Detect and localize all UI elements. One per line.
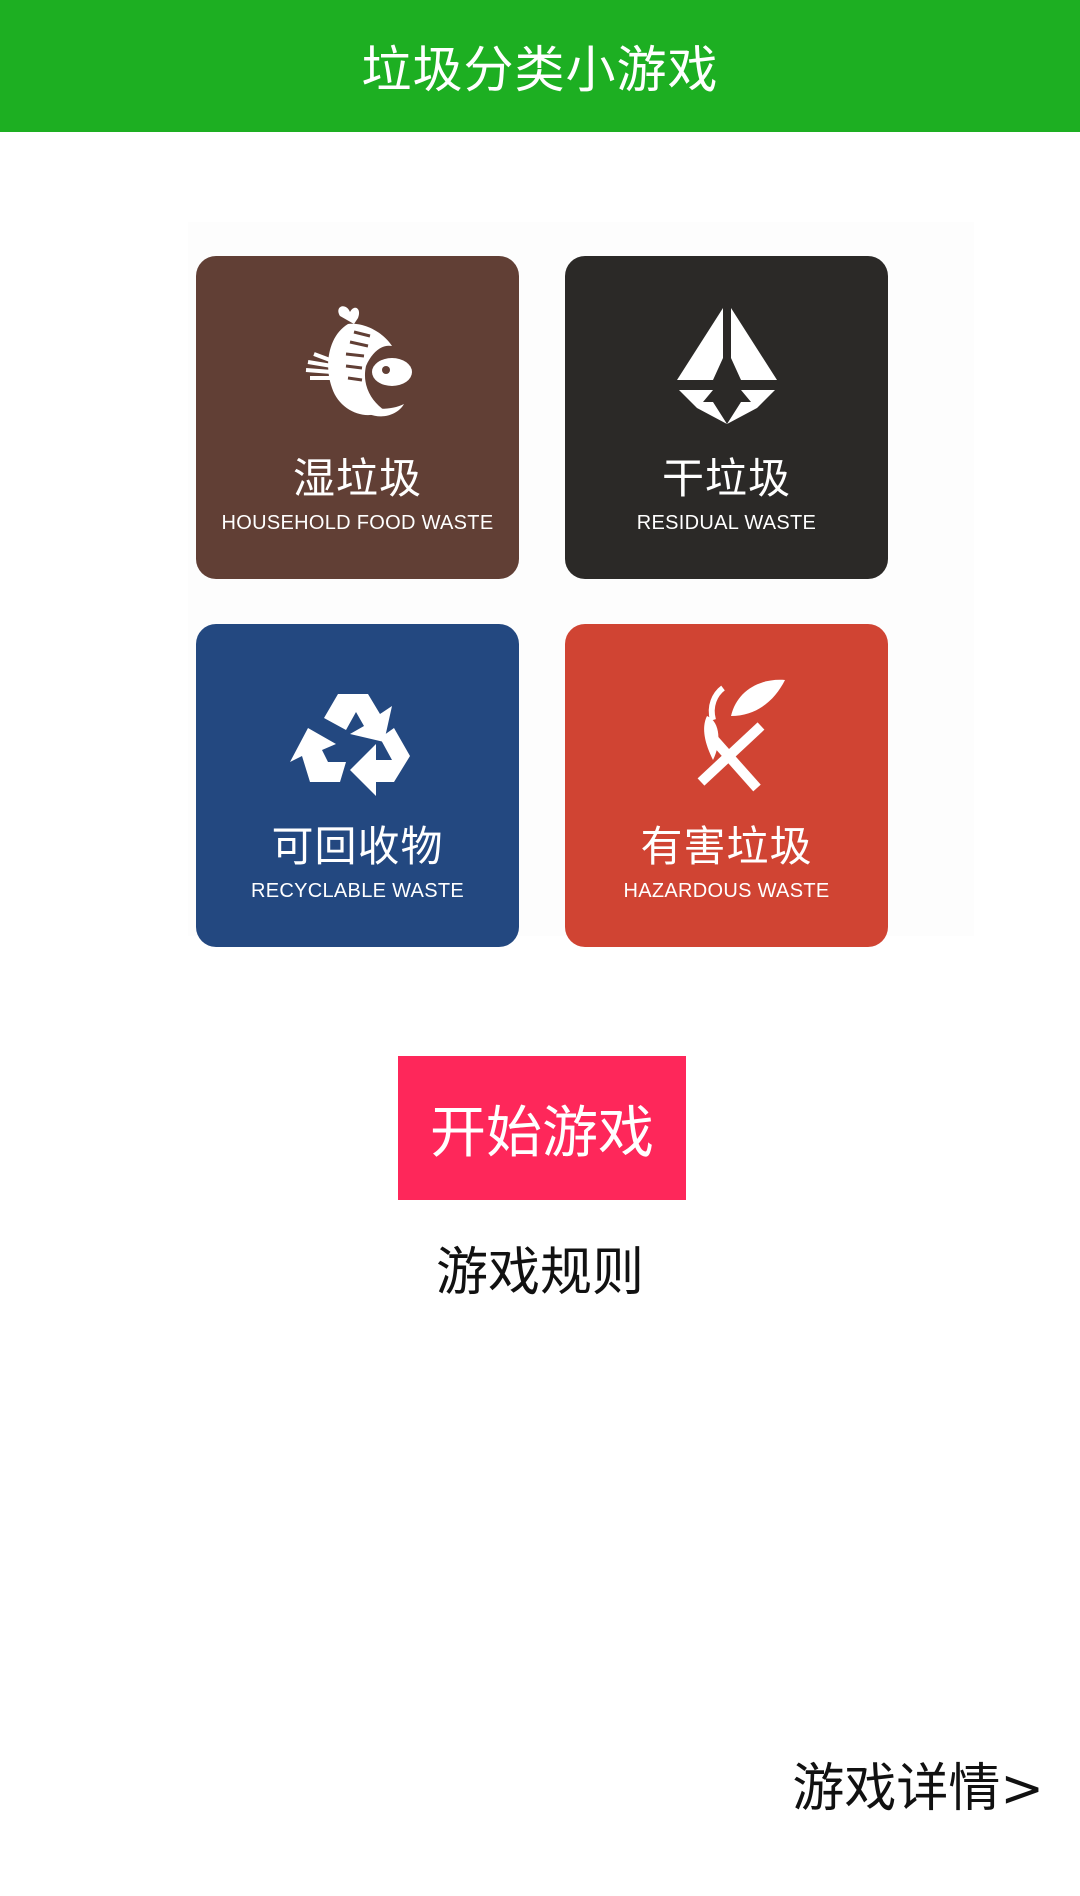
category-card-food-waste: 湿垃圾 HOUSEHOLD FOOD WASTE bbox=[196, 256, 519, 579]
app-header: 垃圾分类小游戏 bbox=[0, 0, 1080, 132]
category-name-cn: 可回收物 bbox=[271, 822, 444, 871]
category-name-en: HAZARDOUS WASTE bbox=[623, 880, 830, 902]
residual-waste-icon bbox=[565, 296, 888, 436]
category-card-residual-waste: 干垃圾 RESIDUAL WASTE bbox=[565, 256, 888, 579]
recycle-icon bbox=[196, 664, 519, 804]
category-name-en: RESIDUAL WASTE bbox=[636, 512, 817, 534]
category-name-cn: 有害垃圾 bbox=[640, 822, 813, 871]
food-waste-icon bbox=[196, 296, 519, 436]
game-details-link[interactable]: 游戏详情> bbox=[792, 1756, 1044, 1822]
category-name-en: HOUSEHOLD FOOD WASTE bbox=[221, 512, 494, 534]
category-name-en: RECYCLABLE WASTE bbox=[250, 880, 464, 902]
category-name-cn: 干垃圾 bbox=[661, 454, 791, 503]
start-game-button[interactable]: 开始游戏 bbox=[398, 1056, 686, 1200]
page-title: 垃圾分类小游戏 bbox=[361, 41, 719, 99]
category-card-recyclable: 可回收物 RECYCLABLE WASTE bbox=[196, 624, 519, 947]
game-rules-link[interactable]: 游戏规则 bbox=[390, 1240, 690, 1306]
category-card-hazardous: 有害垃圾 HAZARDOUS WASTE bbox=[565, 624, 888, 947]
hazardous-icon bbox=[565, 664, 888, 804]
category-name-cn: 湿垃圾 bbox=[292, 454, 422, 503]
